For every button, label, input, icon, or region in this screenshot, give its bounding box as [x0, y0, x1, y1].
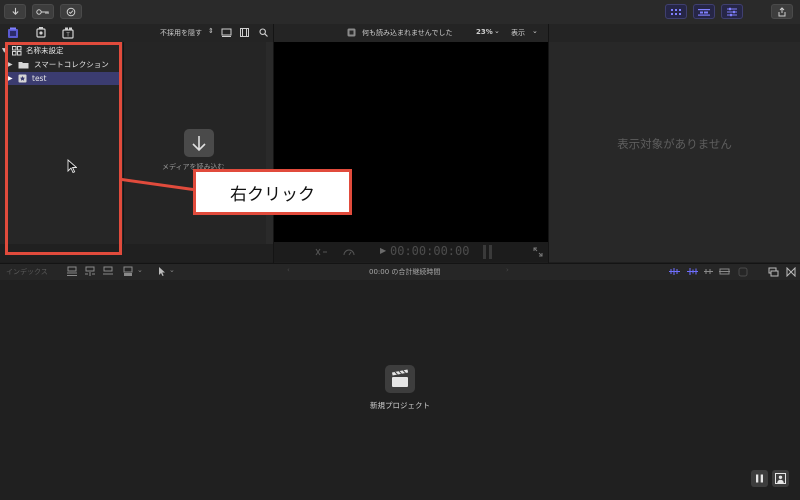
back-arrow-icon[interactable]: ‹: [287, 266, 290, 274]
clip-status-icon: [347, 28, 356, 37]
libraries-icon[interactable]: [7, 27, 19, 39]
share-button[interactable]: [771, 4, 793, 19]
speed-gauge-icon[interactable]: [342, 247, 356, 257]
timeline-icon: [698, 8, 710, 16]
view-chevron-icon[interactable]: ⌄: [532, 27, 538, 35]
annotation-callout: 右クリック: [193, 169, 352, 215]
check-circle-icon: [66, 7, 76, 16]
browser-grid-icon: [671, 8, 681, 15]
viewer-status-text: 何も読み込まれませんでした: [362, 29, 453, 37]
titles-generators-icon[interactable]: T: [62, 27, 74, 39]
index-button[interactable]: インデックス: [6, 267, 48, 277]
fullscreen-icon[interactable]: [533, 247, 543, 257]
audio-waveform-icon[interactable]: [686, 267, 699, 276]
select-tool-icon[interactable]: [158, 266, 167, 277]
viewer-toolbar: 何も読み込まれませんでした 23% ⌄ 表示 ⌄: [274, 24, 548, 43]
callout-text: 右クリック: [230, 184, 315, 205]
timeline-toolbar: インデックス ⌄ ⌄ ‹ 00:00 の合計継続時間 ›: [0, 263, 800, 281]
video-audio-icon[interactable]: [668, 267, 681, 276]
solo-icon[interactable]: [718, 267, 731, 276]
key-icon: [36, 8, 49, 15]
insert-clip-icon[interactable]: [84, 266, 96, 277]
inspector-toolbar: [549, 24, 800, 43]
timecode-display: 00:00:00:00: [390, 244, 470, 258]
sliders-icon: [727, 7, 737, 16]
audio-meter-right: [489, 245, 492, 259]
skimming-icon[interactable]: [702, 267, 715, 276]
play-icon[interactable]: ▶: [380, 246, 386, 255]
connect-clip-icon[interactable]: [66, 266, 78, 277]
viewer-controls: ▶ 00:00:00:00: [274, 242, 548, 262]
keywords-button[interactable]: [32, 4, 54, 19]
background-tasks-button[interactable]: [60, 4, 82, 19]
new-project-label: 新規プロジェクト: [370, 401, 430, 410]
show-timeline-button[interactable]: [693, 4, 715, 19]
annotation-highlight-box: [5, 42, 122, 255]
clip-appearance-icon[interactable]: [221, 28, 232, 37]
append-clip-icon[interactable]: [102, 266, 114, 277]
inspector-empty-text: 表示対象がありません: [617, 137, 732, 151]
import-arrow-icon: [11, 7, 19, 15]
filter-chevron-icon[interactable]: ⇕: [208, 27, 214, 35]
photos-audio-icon[interactable]: [35, 27, 47, 39]
search-icon[interactable]: [259, 28, 268, 37]
browser-toolbar: T 不採用を隠す ⇕: [0, 24, 273, 43]
transform-icon[interactable]: [314, 247, 328, 257]
snapping-icon[interactable]: [738, 267, 748, 277]
main-toolbar: [0, 0, 800, 25]
timeline-duration: 00:00 の合計継続時間: [369, 268, 441, 276]
audio-meter-left: [483, 245, 486, 259]
hide-rejected-filter[interactable]: 不採用を隠す: [160, 28, 202, 38]
show-inspector-button[interactable]: [721, 4, 743, 19]
zoom-chevron-icon[interactable]: ⌄: [494, 27, 500, 35]
tool-chevron-icon[interactable]: ⌄: [169, 266, 175, 274]
share-icon: [778, 6, 786, 16]
clapperboard-icon: [392, 369, 409, 387]
overwrite-clip-icon[interactable]: [122, 266, 134, 277]
person-frame-icon: [775, 473, 786, 484]
view-menu[interactable]: 表示: [511, 28, 525, 38]
new-project-button[interactable]: [385, 365, 415, 393]
download-arrow-icon: [192, 136, 206, 152]
import-button[interactable]: [4, 4, 26, 19]
timeline-area[interactable]: 新規プロジェクト: [0, 280, 800, 500]
pause-icon: [756, 474, 763, 483]
edit-options-chevron-icon[interactable]: ⌄: [137, 266, 143, 274]
clip-appearance-timeline-icon[interactable]: [768, 267, 779, 277]
zoom-level[interactable]: 23%: [476, 28, 493, 36]
roles-button[interactable]: [772, 470, 789, 487]
filmstrip-icon[interactable]: [239, 28, 250, 37]
effects-browser-icon[interactable]: [786, 267, 796, 277]
inspector-panel: 表示対象がありません: [549, 42, 800, 262]
import-media-button[interactable]: [184, 129, 214, 157]
background-tasks-pause-button[interactable]: [751, 470, 768, 487]
show-browser-button[interactable]: [665, 4, 687, 19]
forward-arrow-icon[interactable]: ›: [506, 266, 509, 274]
